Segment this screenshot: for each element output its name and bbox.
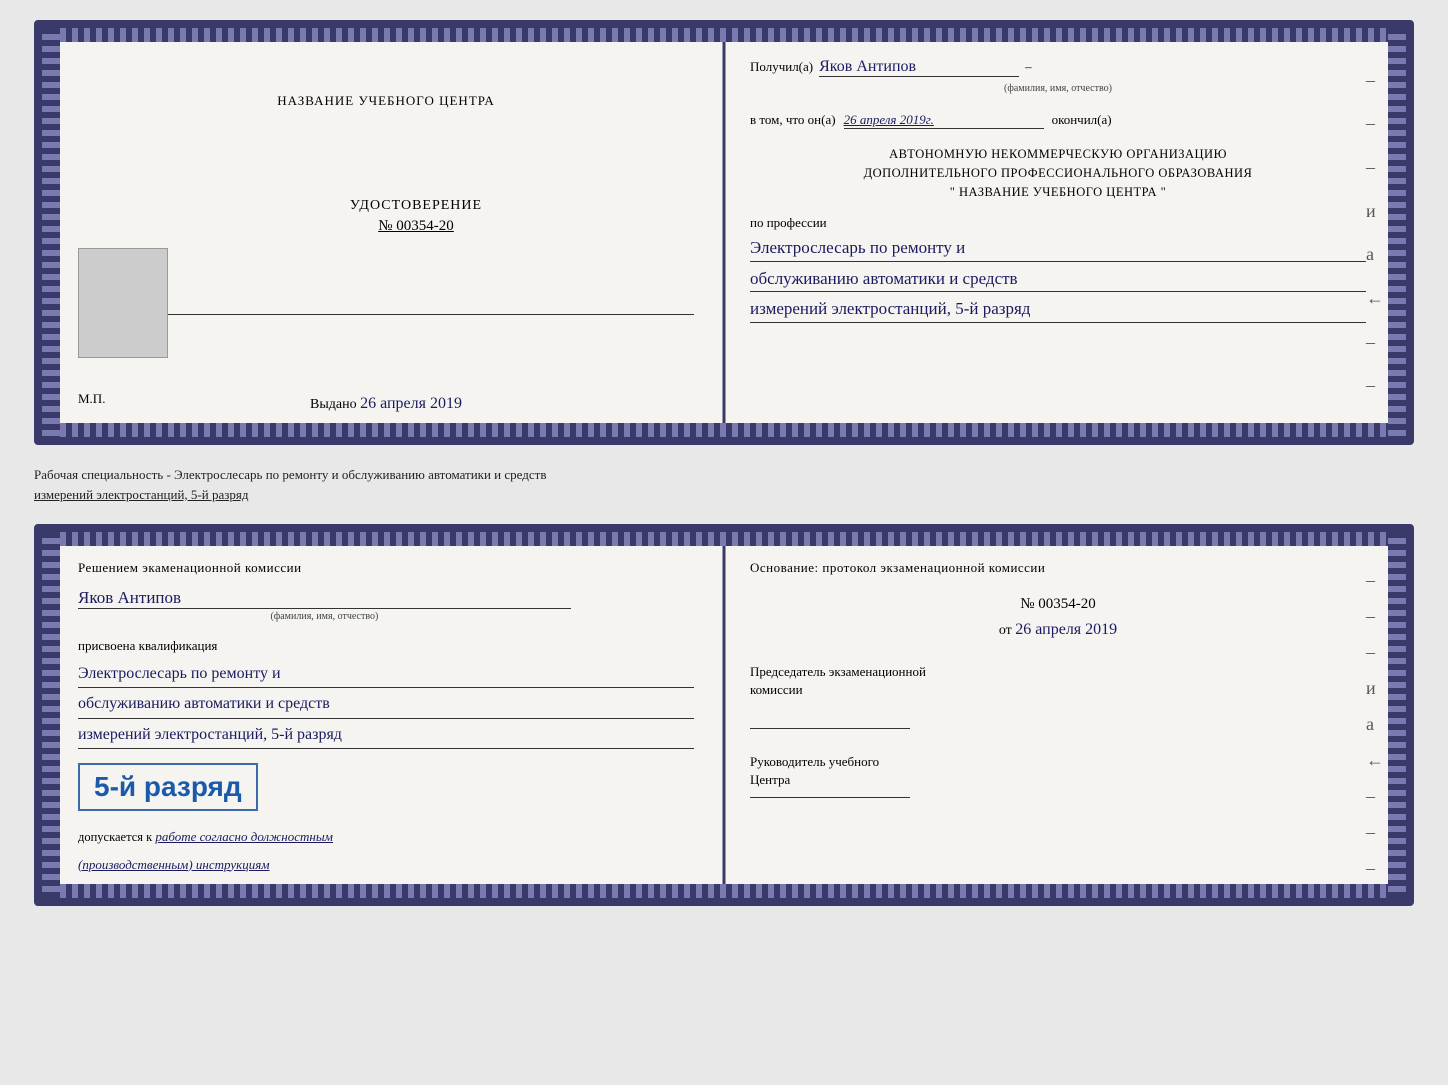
top-doc-left-page: НАЗВАНИЕ УЧЕБНОГО ЦЕНТРА УДОСТОВЕРЕНИЕ №… (42, 28, 722, 437)
rank-box: 5-й разряд (78, 763, 258, 811)
director-title: Руководитель учебного Центра (750, 753, 1366, 789)
chairman-title1: Председатель экзаменационной (750, 663, 1366, 681)
director-title2: Центра (750, 771, 1366, 789)
bottom-doc-right-page: Основание: протокол экзаменационной коми… (722, 532, 1406, 898)
bottom-document-spread: Решением экаменационной комиссии Яков Ан… (34, 524, 1414, 906)
fio-sub-bottom: (фамилия, имя, отчество) (78, 611, 571, 622)
cert-number: № 00354-20 (138, 218, 694, 235)
received-block: Получил(а) Яков Антипов – (750, 58, 1366, 81)
qual-line1: Электрослесарь по ремонту и (78, 660, 694, 688)
rank-text: 5-й разряд (94, 771, 242, 802)
protocol-date-value: 26 апреля 2019 (1015, 621, 1117, 638)
profession-line3: измерений электростанций, 5-й разряд (750, 296, 1366, 323)
org-name-top-left: НАЗВАНИЕ УЧЕБНОГО ЦЕНТРА (78, 84, 694, 118)
profession-line2: обслуживанию автоматики и средств (750, 266, 1366, 293)
profession-line1: Электрослесарь по ремонту и (750, 235, 1366, 262)
qual-line2: обслуживанию автоматики и средств (78, 690, 694, 718)
certify-text2: окончил(а) (1052, 112, 1112, 128)
protocol-number: № 00354-20 (750, 596, 1366, 613)
chairman-title2: комиссии (750, 681, 1366, 699)
org-desc1: АВТОНОМНУЮ НЕКОММЕРЧЕСКУЮ ОРГАНИЗАЦИЮ (750, 145, 1366, 164)
qual-line3: измерений электростанций, 5-й разряд (78, 721, 694, 749)
issued-line: Выдано 26 апреля 2019 (78, 395, 694, 413)
profession-label: по профессии (750, 215, 1366, 231)
middle-line1: Рабочая специальность - Электрослесарь п… (34, 467, 546, 482)
allowed-text: работе согласно должностным (155, 829, 333, 844)
qualification-label: присвоена квалификация (78, 638, 694, 654)
director-signature-line (750, 797, 910, 798)
org-name-right: " НАЗВАНИЕ УЧЕБНОГО ЦЕНТРА " (750, 183, 1366, 202)
chairman-signature-line (750, 728, 910, 729)
director-title1: Руководитель учебного (750, 753, 1366, 771)
issued-date: 26 апреля 2019 (360, 395, 462, 412)
cert-title: УДОСТОВЕРЕНИЕ (138, 198, 694, 214)
name-underline (78, 608, 571, 609)
basis-title: Основание: протокол экзаменационной коми… (750, 560, 1366, 576)
certify-date: 26 апреля 2019г. (844, 112, 1044, 129)
mp-label: М.П. (78, 391, 105, 407)
dash1: – (1025, 59, 1032, 75)
middle-line2: измерений электростанций, 5-й разряд (34, 487, 248, 502)
person-name-bottom: Яков Антипов (78, 588, 694, 608)
bottom-right-dashes: –––иа←–––– (1366, 532, 1384, 898)
issued-label: Выдано (310, 397, 357, 412)
chairman-title: Председатель экзаменационной комиссии (750, 663, 1366, 699)
fio-sublabel: (фамилия, имя, отчество) (750, 83, 1366, 94)
photo-placeholder (78, 248, 168, 358)
recipient-name: Яков Антипов (819, 58, 1019, 77)
org-desc2: ДОПОЛНИТЕЛЬНОГО ПРОФЕССИОНАЛЬНОГО ОБРАЗО… (750, 164, 1366, 183)
certify-line: в том, что он(а) 26 апреля 2019г. окончи… (750, 112, 1366, 129)
date-prefix: от (999, 623, 1012, 638)
allowed-label: допускается к (78, 830, 152, 844)
certified-block: АВТОНОМНУЮ НЕКОММЕРЧЕСКУЮ ОРГАНИЗАЦИЮ ДО… (750, 145, 1366, 201)
received-label: Получил(а) (750, 59, 813, 75)
certify-text1: в том, что он(а) (750, 112, 836, 128)
allowed-line: допускается к работе согласно должностны… (78, 827, 694, 847)
protocol-date: от 26 апреля 2019 (750, 621, 1366, 639)
bottom-doc-left-page: Решением экаменационной комиссии Яков Ан… (42, 532, 722, 898)
top-document-spread: НАЗВАНИЕ УЧЕБНОГО ЦЕНТРА УДОСТОВЕРЕНИЕ №… (34, 20, 1414, 445)
allowed-text2: (производственным) инструкциям (78, 857, 270, 872)
top-doc-right-page: Получил(а) Яков Антипов – (фамилия, имя,… (722, 28, 1406, 437)
commission-title: Решением экаменационной комиссии (78, 560, 694, 576)
middle-text-block: Рабочая специальность - Электрослесарь п… (34, 461, 1414, 508)
allowed-line2: (производственным) инструкциям (78, 855, 694, 875)
right-dashes: –––иа←–– (1366, 28, 1384, 437)
